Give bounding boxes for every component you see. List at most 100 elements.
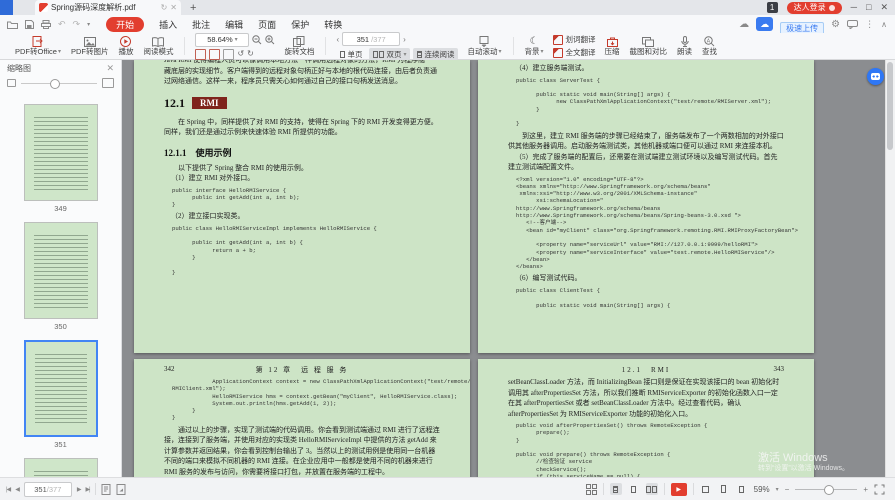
fullscreen-icon[interactable]	[874, 484, 885, 495]
double-page-button[interactable]: 双页▾	[369, 48, 410, 60]
single-page-button[interactable]: 单页	[336, 48, 366, 60]
first-page-icon[interactable]: |◀	[6, 486, 10, 493]
dropdown-caret-icon: ▾	[541, 49, 544, 55]
prev-page-icon[interactable]: ◀	[15, 486, 19, 493]
thumbnail-page-349[interactable]	[24, 104, 98, 201]
menu-insert[interactable]: 插入	[159, 18, 177, 31]
cloud-sync-button[interactable]: ☁	[756, 17, 773, 31]
read-aloud-button[interactable]: 朗读	[672, 36, 697, 56]
code-block: public class ServerTest { public static …	[516, 77, 784, 128]
new-tab-button[interactable]: +	[190, 2, 196, 14]
thumbnail-size-slider[interactable]	[0, 76, 121, 90]
background-button[interactable]: ☾ 背景▾	[520, 36, 549, 56]
maximize-button[interactable]: □	[866, 3, 871, 12]
page-text: 在 Spring 中，同样提供了对 RMI 的支持，使得在 Spring 下的 …	[164, 117, 440, 138]
last-page-icon[interactable]: ▶|	[85, 486, 89, 493]
auto-scroll-button[interactable]: 自动滚动▾	[462, 36, 506, 56]
zoom-level-select[interactable]: 58.64%▾	[195, 33, 249, 47]
status-page-input[interactable]: 351/377	[24, 482, 72, 497]
next-page-icon[interactable]: ›	[403, 35, 406, 44]
thumbnail-label: 351	[54, 440, 67, 449]
pdf-to-office-button[interactable]: PDF转Office▾	[10, 36, 66, 56]
zoom-in-icon[interactable]	[265, 35, 275, 45]
more-kebab-icon[interactable]: ⋮	[865, 19, 874, 30]
read-mode-button[interactable]: 阅读模式	[138, 36, 178, 56]
menu-page[interactable]: 页面	[258, 18, 276, 31]
actual-size-icon[interactable]	[223, 49, 234, 60]
collapse-toolbar-icon[interactable]: ∧	[881, 20, 887, 29]
continuous-view-icon[interactable]	[610, 483, 622, 495]
sidebar-close-icon[interactable]: ✕	[106, 63, 114, 74]
rotate-left-icon[interactable]: ↺	[237, 50, 244, 58]
actual-size-view-icon[interactable]	[736, 483, 748, 495]
menu-edit[interactable]: 编辑	[225, 18, 243, 31]
zoom-minus-icon[interactable]: −	[785, 485, 790, 494]
next-page-icon[interactable]: ▶	[77, 486, 81, 493]
fit-page-view-icon[interactable]	[718, 483, 730, 495]
pdf-to-image-button[interactable]: PDF转图片	[66, 36, 114, 56]
settings-gear-icon[interactable]: ⚙	[831, 19, 840, 30]
fit-width-view-icon[interactable]	[700, 483, 712, 495]
fit-page-icon[interactable]	[209, 49, 220, 60]
thumbnail-grid-icon[interactable]	[586, 484, 597, 495]
list-item: （6）编写测试代码。	[508, 273, 784, 284]
double-page-view-icon[interactable]	[646, 483, 658, 495]
menu-home[interactable]: 开始	[106, 17, 144, 32]
tab-title: Spring源码深度解析.pdf	[51, 2, 158, 13]
page-number-input[interactable]: 351/377	[342, 32, 400, 46]
save-icon[interactable]	[25, 20, 34, 29]
assistant-robot-icon	[871, 73, 880, 80]
undo-icon[interactable]: ↶	[58, 19, 66, 30]
fit-width-icon[interactable]	[195, 49, 206, 60]
dropdown-caret-icon: ▾	[403, 51, 406, 58]
scrollbar-thumb[interactable]	[887, 62, 893, 150]
menu-convert[interactable]: 转换	[324, 18, 342, 31]
zoom-plus-icon[interactable]: +	[863, 485, 868, 494]
zoom-out-icon[interactable]	[252, 35, 262, 45]
full-translate-button[interactable]: 全文翻译	[553, 47, 596, 58]
presentation-play-button[interactable]: ▶	[671, 483, 687, 496]
play-button[interactable]: 播放	[113, 36, 138, 56]
zoom-slider-handle[interactable]	[824, 485, 834, 495]
message-icon[interactable]	[847, 20, 858, 29]
word-translate-button[interactable]: 划词翻译	[553, 34, 596, 45]
select-tool-icon[interactable]	[116, 484, 126, 495]
quickbar-dropdown-icon[interactable]: ▾	[87, 21, 90, 28]
tab-close-icon[interactable]: ✕	[170, 3, 177, 12]
list-item: （1）建立 RMI 对外接口。	[164, 173, 440, 184]
thumbnail-page-352[interactable]	[24, 458, 98, 478]
page-text: setBeanClassLoader 方法，而 InitializingBean…	[508, 377, 784, 419]
prev-page-icon[interactable]: ‹	[336, 35, 339, 44]
thumbnail-list: 349 350 351	[0, 92, 121, 478]
rotate-right-icon[interactable]: ↻	[247, 50, 254, 58]
pdf-page-340: Java RMI 使得编程人员可以像调用本地方法一样调用远程对象的方法，RMI …	[134, 60, 470, 353]
find-button[interactable]: A 查找	[697, 36, 722, 56]
thumbnail-page-350[interactable]	[24, 222, 98, 319]
print-icon[interactable]	[41, 20, 51, 29]
large-thumb-icon	[102, 78, 114, 88]
code-block: ApplicationContext context = new ClassPa…	[172, 378, 440, 422]
status-zoom-value[interactable]: 59%	[754, 485, 770, 494]
menu-comment[interactable]: 批注	[192, 18, 210, 31]
thumbnail-page-351-selected[interactable]	[24, 340, 98, 437]
menu-protect[interactable]: 保护	[291, 18, 309, 31]
document-tab[interactable]: Spring源码深度解析.pdf ↻ ✕	[35, 0, 181, 15]
redo-icon[interactable]: ↷	[73, 19, 81, 30]
cloud-icon[interactable]: ☁	[739, 19, 749, 30]
continuous-read-button[interactable]: 连续阅读	[413, 48, 458, 60]
doc-convert-icon	[32, 36, 44, 47]
tab-sync-icon[interactable]: ↻	[161, 3, 168, 12]
rotate-document-button[interactable]: 旋转文档	[279, 36, 319, 56]
vertical-scrollbar[interactable]	[885, 60, 895, 478]
minimize-button[interactable]: ─	[851, 3, 857, 12]
zoom-slider[interactable]	[795, 489, 857, 490]
single-page-view-icon[interactable]	[628, 483, 640, 495]
slider-handle[interactable]	[50, 79, 60, 89]
compress-button[interactable]: 压缩	[600, 36, 625, 56]
open-file-icon[interactable]	[7, 20, 18, 29]
document-canvas[interactable]: Java RMI 使得编程人员可以像调用本地方法一样调用远程对象的方法，RMI …	[122, 60, 885, 478]
assistant-float-button[interactable]	[867, 68, 884, 85]
window-close-button[interactable]: ✕	[880, 3, 888, 12]
hand-tool-icon[interactable]	[101, 484, 111, 495]
screenshot-compare-button[interactable]: 截图和对比	[625, 36, 673, 56]
